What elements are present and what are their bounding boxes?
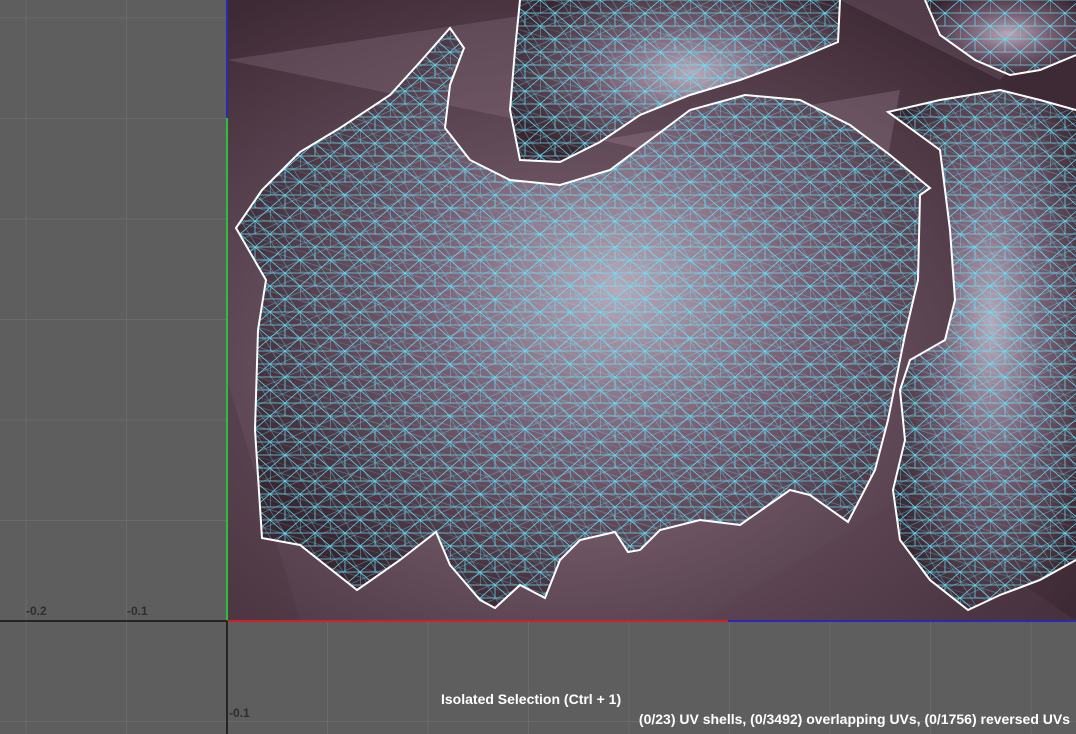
v-tick-label-minus-0-1: -0.1	[229, 706, 250, 720]
isolate-selection-hint: Isolated Selection (Ctrl + 1)	[441, 691, 622, 707]
u-tick-label-minus-0-2: -0.2	[26, 604, 47, 618]
u-tick-label-minus-0-1: -0.1	[127, 604, 148, 618]
uv-canvas[interactable]	[0, 0, 1076, 734]
uv-stats-readout: (0/23) UV shells, (0/3492) overlapping U…	[638, 711, 1070, 727]
uv-editor-viewport[interactable]: -0.2 -0.1 -0.1 Isolated Selection (Ctrl …	[0, 0, 1076, 734]
